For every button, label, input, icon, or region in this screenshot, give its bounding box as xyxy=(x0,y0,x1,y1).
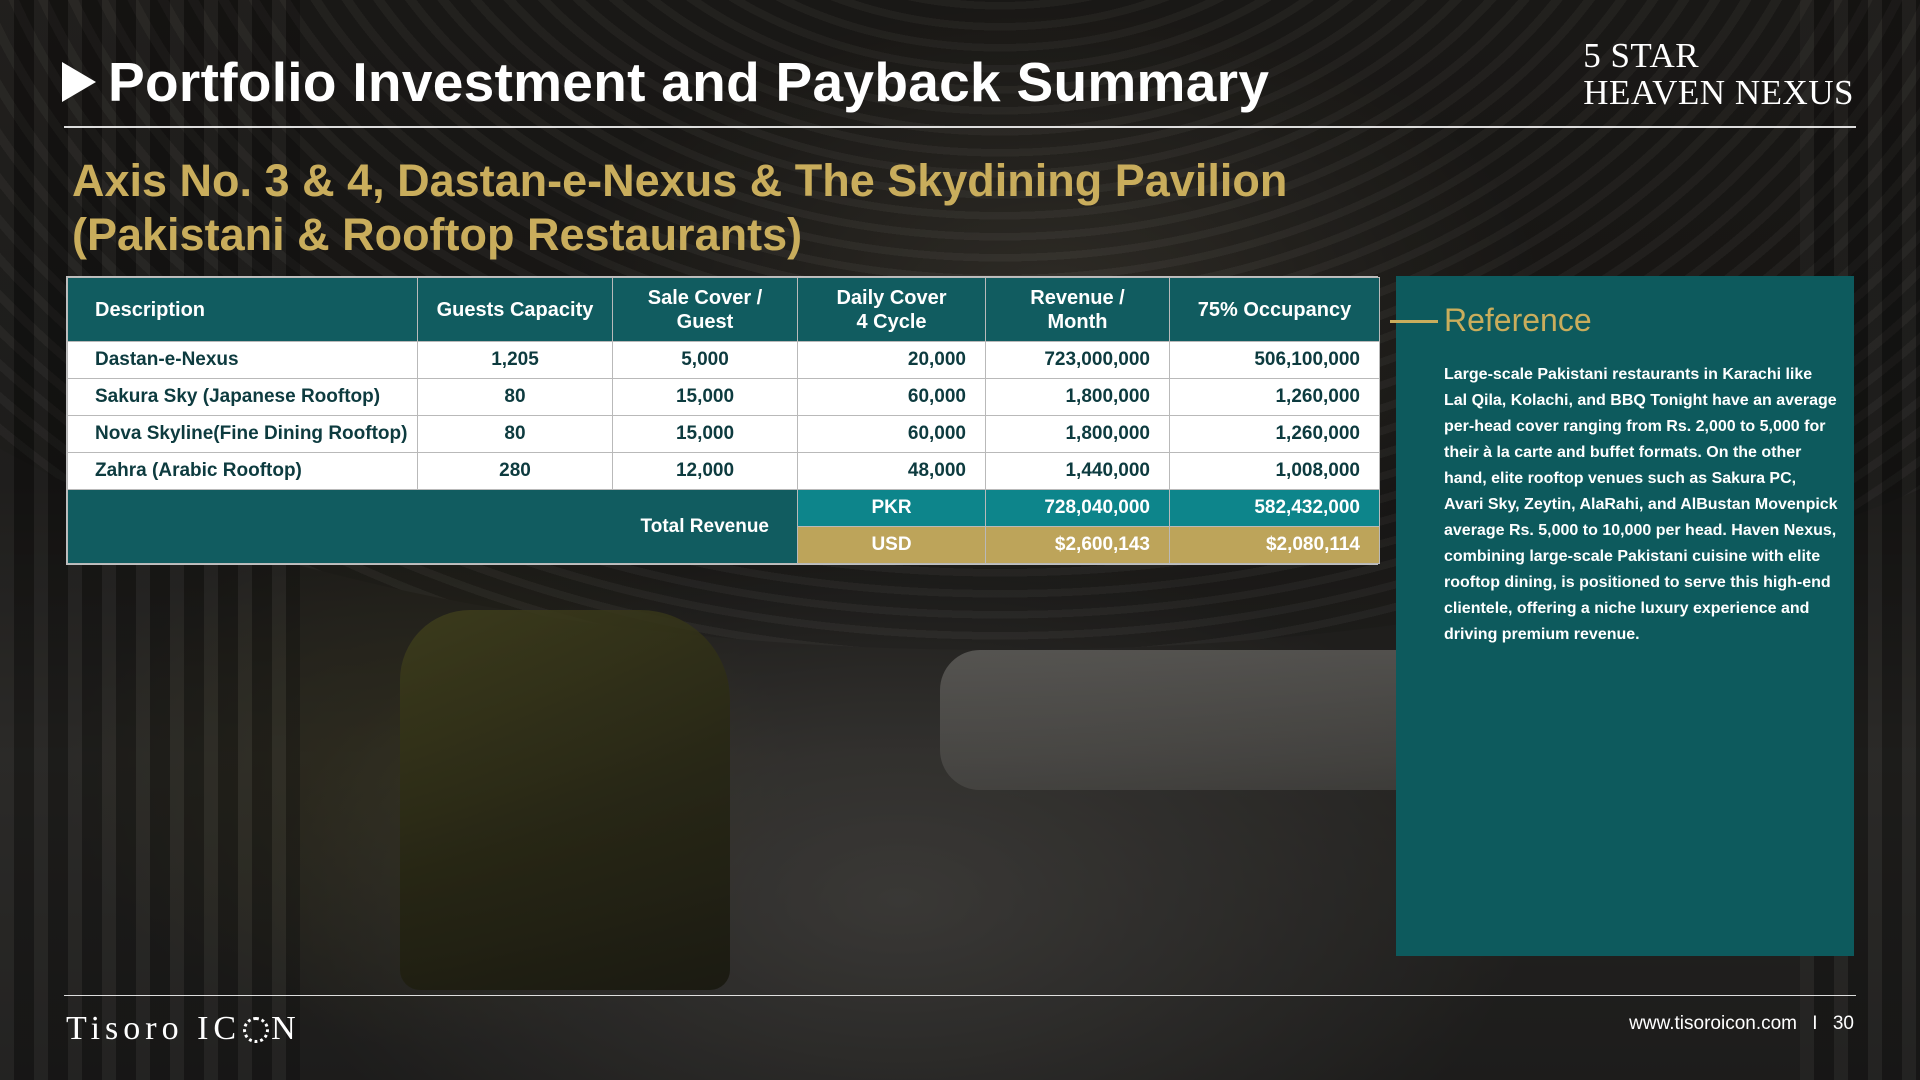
col-header-daily-cover: Daily Cover 4 Cycle xyxy=(797,277,986,342)
col-header-revenue-line2: Month xyxy=(1047,310,1108,333)
website-link[interactable]: www.tisoroicon.com xyxy=(1629,1013,1797,1034)
total-revenue-usd: $2,600,143 xyxy=(985,526,1170,564)
col-header-revenue: Revenue / Month xyxy=(985,277,1170,342)
page-title-text: Portfolio Investment and Payback Summary xyxy=(108,51,1270,113)
total-occupancy-usd: $2,080,114 xyxy=(1169,526,1380,564)
reference-body: Large-scale Pakistani restaurants in Kar… xyxy=(1444,366,1838,643)
table-row: Sakura Sky (Japanese Rooftop) 80 15,000 … xyxy=(67,378,1380,416)
total-currency-pkr: PKR xyxy=(797,489,986,527)
footer-info: www.tisoroicon.com I 30 xyxy=(1629,1013,1854,1035)
table-row: Nova Skyline(Fine Dining Rooftop) 80 15,… xyxy=(67,415,1380,453)
col-header-description: Description xyxy=(67,277,418,342)
cell-guests: 80 xyxy=(417,378,613,416)
col-header-sale-cover-line1: Sale Cover / xyxy=(647,286,763,309)
revenue-table: Description Guests Capacity Sale Cover /… xyxy=(66,276,1380,565)
play-triangle-icon xyxy=(62,62,96,102)
cell-guests: 80 xyxy=(417,415,613,453)
cell-guests: 280 xyxy=(417,452,613,490)
col-header-occupancy: 75% Occupancy xyxy=(1169,277,1380,342)
cell-daily-cover: 60,000 xyxy=(797,378,986,416)
cell-occupancy: 1,260,000 xyxy=(1169,378,1380,416)
total-revenue-label: Total Revenue xyxy=(67,489,798,564)
cell-revenue: 723,000,000 xyxy=(985,341,1170,379)
cell-daily-cover: 60,000 xyxy=(797,415,986,453)
cell-occupancy: 1,008,000 xyxy=(1169,452,1380,490)
col-header-daily-cover-line1: Daily Cover xyxy=(836,286,947,309)
total-currency-usd: USD xyxy=(797,526,986,564)
reference-dash-decoration xyxy=(1390,320,1438,323)
footer-separator: I xyxy=(1812,1013,1818,1034)
cell-description: Sakura Sky (Japanese Rooftop) xyxy=(67,378,418,416)
table-header-row: Description Guests Capacity Sale Cover /… xyxy=(67,277,1380,342)
cell-occupancy: 506,100,000 xyxy=(1169,341,1380,379)
table-row: Zahra (Arabic Rooftop) 280 12,000 48,000… xyxy=(67,452,1380,490)
subtitle-line-1: Axis No. 3 & 4, Dastan-e-Nexus & The Sky… xyxy=(72,155,1288,206)
col-header-daily-cover-line2: 4 Cycle xyxy=(856,310,927,333)
cell-sale-cover: 5,000 xyxy=(612,341,798,379)
cell-daily-cover: 48,000 xyxy=(797,452,986,490)
section-subtitle: Axis No. 3 & 4, Dastan-e-Nexus & The Sky… xyxy=(72,154,1392,262)
cell-sale-cover: 15,000 xyxy=(612,378,798,416)
tisoro-icon-logo: Tisoro IC N xyxy=(66,1010,301,1048)
total-revenue-pkr: 728,040,000 xyxy=(985,489,1170,527)
logo-text-part2: N xyxy=(271,1010,301,1047)
footer-divider xyxy=(64,995,1856,996)
brand-logo: 5 STAR HEAVEN NEXUS xyxy=(1583,36,1854,112)
cell-revenue: 1,800,000 xyxy=(985,378,1170,416)
col-header-guests-capacity: Guests Capacity xyxy=(417,277,613,342)
cell-description: Zahra (Arabic Rooftop) xyxy=(67,452,418,490)
cell-sale-cover: 12,000 xyxy=(612,452,798,490)
total-occupancy-pkr: 582,432,000 xyxy=(1169,489,1380,527)
logo-text-part1: Tisoro IC xyxy=(66,1010,242,1047)
cell-description: Nova Skyline(Fine Dining Rooftop) xyxy=(67,415,418,453)
cell-guests: 1,205 xyxy=(417,341,613,379)
brand-line-1: 5 STAR xyxy=(1583,36,1700,75)
page-number: 30 xyxy=(1832,1013,1854,1034)
total-row-pkr: Total Revenue PKR 728,040,000 582,432,00… xyxy=(67,489,1380,564)
col-header-sale-cover: Sale Cover / Guest xyxy=(612,277,798,342)
cell-occupancy: 1,260,000 xyxy=(1169,415,1380,453)
reference-panel: Reference Large-scale Pakistani restaura… xyxy=(1390,276,1854,956)
cell-daily-cover: 20,000 xyxy=(797,341,986,379)
col-header-sale-cover-line2: Guest xyxy=(676,310,734,333)
logo-o-ring-icon xyxy=(243,1017,270,1043)
table-row: Dastan-e-Nexus 1,205 5,000 20,000 723,00… xyxy=(67,341,1380,379)
page-title: Portfolio Investment and Payback Summary xyxy=(62,50,1269,114)
cell-sale-cover: 15,000 xyxy=(612,415,798,453)
cell-description: Dastan-e-Nexus xyxy=(67,341,418,379)
subtitle-line-2: (Pakistani & Rooftop Restaurants) xyxy=(72,209,803,260)
cell-revenue: 1,440,000 xyxy=(985,452,1170,490)
header-divider xyxy=(64,126,1856,128)
col-header-revenue-line1: Revenue / xyxy=(1030,286,1125,309)
cell-revenue: 1,800,000 xyxy=(985,415,1170,453)
reference-title: Reference xyxy=(1444,302,1592,338)
brand-line-2: HEAVEN NEXUS xyxy=(1583,72,1854,112)
